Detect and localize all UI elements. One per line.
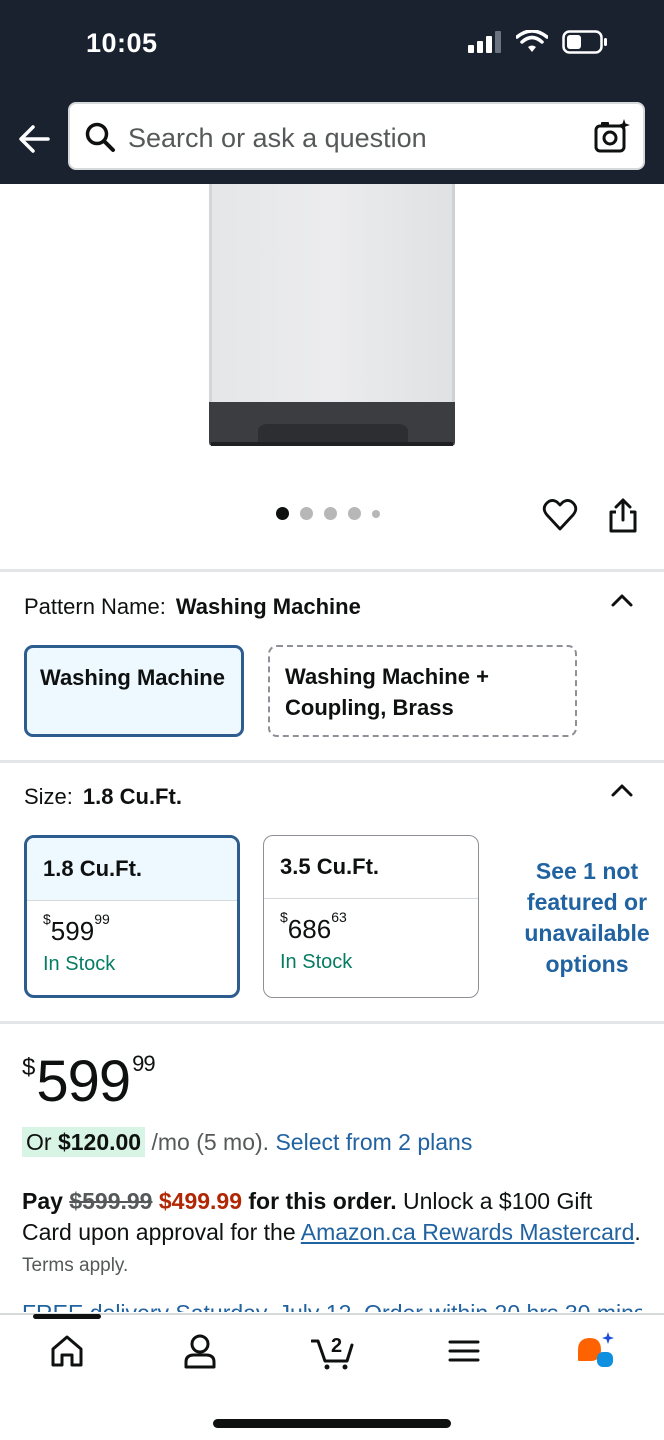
select-plans-link[interactable]: Select from 2 plans bbox=[275, 1129, 472, 1155]
pattern-selected-value: Washing Machine bbox=[175, 594, 361, 619]
price-cents: 99 bbox=[94, 911, 110, 928]
delivery-info: FREE delivery Saturday, July 12. Order w… bbox=[22, 1300, 642, 1312]
stock-status: In Stock bbox=[280, 951, 353, 973]
carousel-dot[interactable] bbox=[276, 507, 289, 520]
monthly-prefix: Or bbox=[26, 1129, 52, 1155]
section-divider bbox=[0, 1021, 664, 1024]
see-unavailable-options-link[interactable]: See 1 not featured or unavailable option… bbox=[508, 856, 664, 980]
carousel-dot[interactable] bbox=[324, 507, 337, 520]
section-divider bbox=[0, 569, 664, 572]
wifi-icon bbox=[516, 30, 548, 52]
carousel-dot[interactable] bbox=[372, 509, 380, 518]
pattern-label-text: Pattern Name: bbox=[24, 594, 166, 619]
camera-search-icon[interactable] bbox=[593, 117, 631, 155]
monthly-amount-highlight: Or $120.00 bbox=[22, 1127, 146, 1157]
search-input[interactable]: Search or ask a question bbox=[68, 102, 645, 170]
price-currency: $ bbox=[280, 909, 288, 926]
product-price: $59999 bbox=[22, 1048, 156, 1115]
promo-old-price: $599.99 bbox=[69, 1188, 153, 1214]
active-tab-indicator bbox=[33, 1314, 101, 1319]
stock-status: In Stock bbox=[43, 953, 116, 975]
cart-count: 2 bbox=[331, 1335, 342, 1357]
wishlist-heart-icon[interactable] bbox=[542, 497, 578, 533]
price-whole: 599 bbox=[36, 1049, 131, 1114]
size-option-1-8[interactable]: 1.8 Cu.Ft. $59999 In Stock bbox=[24, 835, 240, 998]
image-carousel-dots bbox=[276, 507, 380, 520]
product-image[interactable] bbox=[0, 184, 664, 494]
battery-icon bbox=[562, 30, 607, 54]
size-option-name: 1.8 Cu.Ft. bbox=[27, 838, 237, 901]
promo-new-price: $499.99 bbox=[158, 1188, 242, 1214]
pattern-option-washing-machine[interactable]: Washing Machine bbox=[24, 645, 244, 737]
promo-pay-word: Pay bbox=[22, 1188, 63, 1214]
price-cents: 63 bbox=[331, 909, 347, 926]
monthly-terms: /mo (5 mo). bbox=[151, 1129, 270, 1155]
carousel-dot[interactable] bbox=[348, 507, 361, 520]
price-whole: 599 bbox=[50, 916, 95, 946]
chevron-up-icon[interactable] bbox=[610, 778, 634, 802]
cart-icon[interactable]: 2 bbox=[311, 1331, 355, 1371]
size-option-price: $59999 bbox=[27, 901, 237, 947]
price-whole: 686 bbox=[287, 914, 332, 944]
promo-terms: Terms apply. bbox=[22, 1255, 129, 1276]
promo-order-text: for this order. bbox=[248, 1188, 397, 1214]
top-header: 10:05 Search or ask a question bbox=[0, 0, 664, 184]
pattern-option-label: Washing Machine bbox=[40, 665, 225, 690]
carousel-dot[interactable] bbox=[300, 507, 313, 520]
account-icon[interactable] bbox=[180, 1331, 220, 1371]
size-option-name: 3.5 Cu.Ft. bbox=[264, 836, 478, 899]
price-cents: 99 bbox=[132, 1051, 156, 1076]
menu-icon[interactable] bbox=[444, 1331, 484, 1371]
price-currency: $ bbox=[22, 1054, 35, 1081]
search-placeholder: Search or ask a question bbox=[128, 123, 427, 153]
status-icons bbox=[468, 30, 608, 54]
card-promo: Pay $599.99 $499.99 for this order. Unlo… bbox=[22, 1188, 641, 1276]
section-divider bbox=[0, 760, 664, 763]
size-option-3-5[interactable]: 3.5 Cu.Ft. $68663 In Stock bbox=[263, 835, 479, 998]
rufus-assistant-icon[interactable] bbox=[575, 1331, 615, 1371]
cellular-signal-icon bbox=[468, 31, 501, 53]
pattern-option-label: Washing Machine + Coupling, Brass bbox=[285, 664, 489, 720]
size-option-price: $68663 bbox=[264, 899, 478, 945]
status-time: 10:05 bbox=[86, 28, 158, 58]
size-label: Size: 1.8 Cu.Ft. bbox=[24, 784, 182, 810]
share-icon[interactable] bbox=[604, 496, 642, 534]
back-arrow-icon[interactable] bbox=[14, 118, 56, 160]
rewards-mastercard-link[interactable]: Amazon.ca Rewards Mastercard bbox=[301, 1219, 635, 1245]
pattern-label: Pattern Name: Washing Machine bbox=[24, 594, 361, 620]
size-selected-value: 1.8 Cu.Ft. bbox=[82, 784, 182, 809]
pattern-option-washing-machine-coupling[interactable]: Washing Machine + Coupling, Brass bbox=[268, 645, 577, 737]
monthly-amount: $120.00 bbox=[57, 1129, 142, 1155]
monthly-payment: Or $120.00 /mo (5 mo). Select from 2 pla… bbox=[22, 1127, 472, 1157]
home-indicator bbox=[213, 1419, 451, 1428]
price-currency: $ bbox=[43, 911, 51, 928]
chevron-up-icon[interactable] bbox=[610, 588, 634, 612]
home-icon[interactable] bbox=[47, 1331, 87, 1371]
size-label-text: Size: bbox=[24, 784, 73, 809]
search-icon bbox=[85, 122, 115, 152]
